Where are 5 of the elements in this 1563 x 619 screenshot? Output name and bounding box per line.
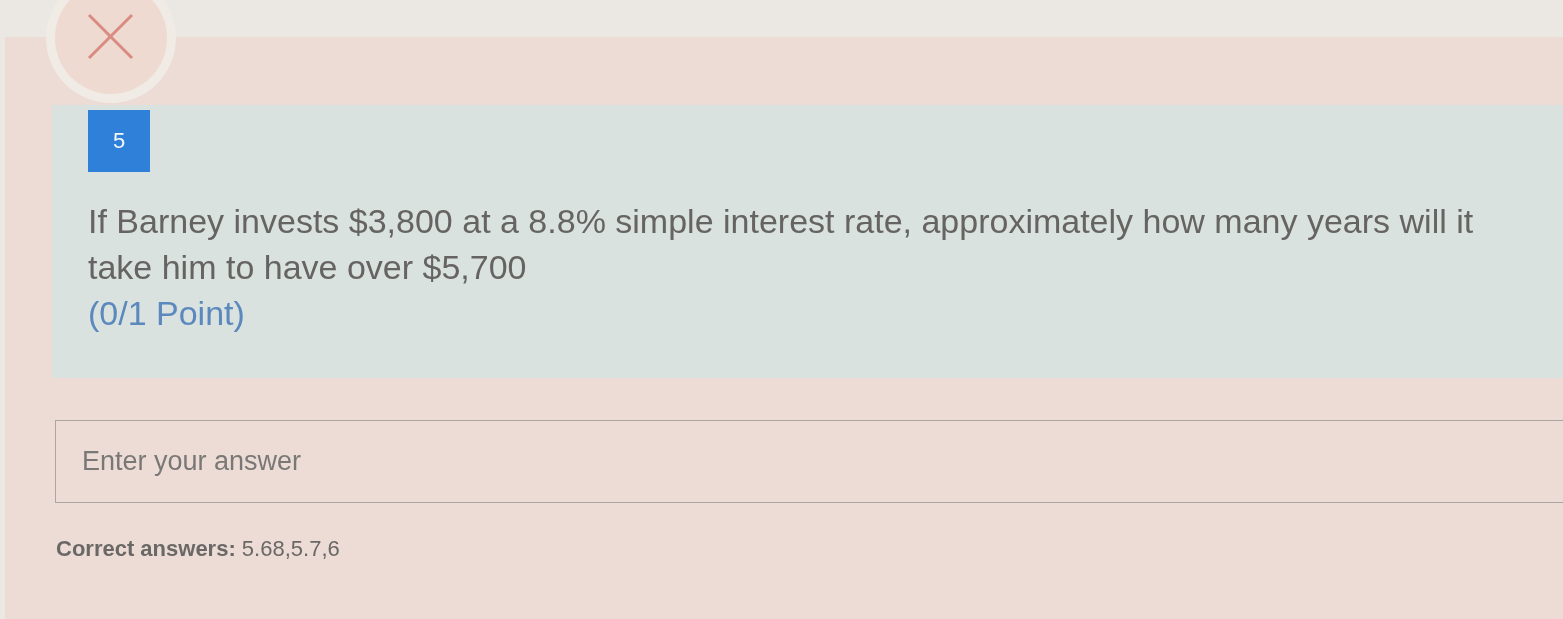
answer-field[interactable]: Enter your answer xyxy=(55,420,1563,503)
correct-answers-text: Correct answers: 5.68,5.7,6 xyxy=(56,536,340,562)
question-text: If Barney invests $3,800 at a 8.8% simple interest rate, approximately how many years will it take him to have over $5,700 xyxy=(88,201,1475,288)
question-number: 5 xyxy=(88,110,150,172)
points-label: (0/1 Point) xyxy=(88,293,245,334)
